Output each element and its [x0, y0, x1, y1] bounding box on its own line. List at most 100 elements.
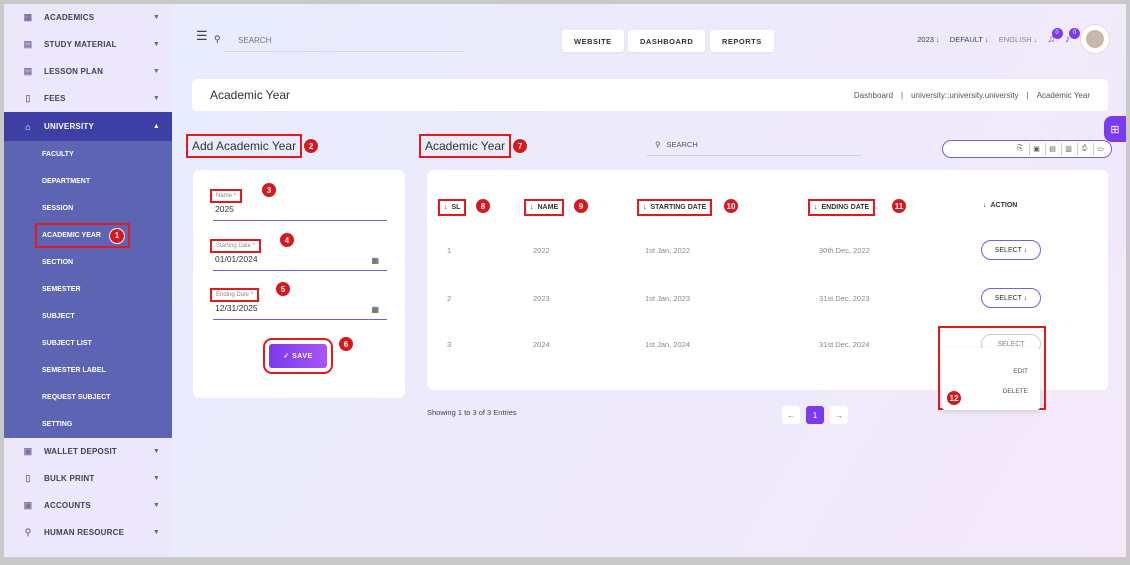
website-button[interactable]: WEBSITE — [562, 30, 624, 52]
caret-down-icon: ▼ — [152, 14, 160, 21]
add-academic-year-form: Name * 3 2025 Starting Date * 4 01/01/20… — [193, 170, 405, 398]
select-action-button[interactable]: SELECT ↓ — [981, 288, 1041, 308]
calendar-icon: ▤ — [23, 66, 33, 76]
page-1-button[interactable]: 1 — [806, 406, 824, 424]
hamburger-menu-icon[interactable]: ☰ — [196, 28, 208, 44]
caret-down-icon: ▼ — [152, 95, 160, 102]
sidebar-subitem-semester-label[interactable]: SEMESTER LABEL — [4, 357, 172, 384]
caret-up-icon: ▲ — [152, 123, 160, 130]
sidebar-item-fees[interactable]: ▯ FEES ▼ — [4, 85, 172, 112]
caret-down-icon: ▼ — [152, 41, 160, 48]
pagination: ← 1 → — [782, 406, 848, 424]
select-action-button[interactable]: SELECT ↓ — [981, 240, 1041, 260]
csv-icon[interactable]: ▤ — [1045, 143, 1059, 155]
cart-fab-icon[interactable]: ⊞ — [1104, 116, 1126, 142]
people-icon: ⚲ — [24, 527, 32, 537]
caret-down-icon: ▼ — [152, 475, 160, 482]
sidebar-item-accounts[interactable]: ▣ ACCOUNTS ▼ — [4, 492, 172, 519]
prev-page-button[interactable]: ← — [782, 406, 800, 424]
name-label: Name * — [209, 189, 243, 203]
school-select[interactable]: DEFAULT ↓ — [950, 35, 989, 44]
copy-icon[interactable]: ⎘ — [1013, 143, 1027, 155]
ending-date-input[interactable]: 12/31/2025 — [213, 301, 387, 313]
columns-icon[interactable]: ▭ — [1093, 143, 1107, 155]
column-header-starting-date[interactable]: ↓ STARTING DATE — [636, 199, 713, 216]
book-icon: ▤ — [23, 39, 33, 49]
sidebar-subitem-request-subject[interactable]: REQUEST SUBJECT — [4, 384, 172, 411]
language-select[interactable]: ENGLISH ↓ — [999, 35, 1038, 44]
notification-bell-icon[interactable]: ♫ 0 — [1048, 27, 1063, 45]
sidebar-subitem-subject[interactable]: SUBJECT — [4, 303, 172, 330]
sidebar-subitem-faculty[interactable]: FACULTY — [4, 141, 172, 168]
step-marker-6: 6 — [338, 336, 354, 352]
sidebar-subitem-department[interactable]: DEPARTMENT — [4, 168, 172, 195]
sidebar-subitem-subject-list[interactable]: SUBJECT LIST — [4, 330, 172, 357]
app-frame: ▦ ACADEMICS ▼ ▤ STUDY MATERIAL ▼ ▤ LESSON PLA… — [4, 4, 1126, 557]
calendar-icon[interactable]: ▦ — [371, 305, 379, 314]
excel-icon[interactable]: ▣ — [1029, 143, 1043, 155]
sidebar-subitem-semester[interactable]: SEMESTER — [4, 276, 172, 303]
avatar-image — [1086, 30, 1104, 48]
sidebar-subitem-academic-year[interactable]: ACADEMIC YEAR 1 — [34, 222, 131, 249]
step-marker-3: 3 — [261, 182, 277, 198]
name-field: Name * 3 2025 — [209, 182, 387, 221]
university-submenu: FACULTY DEPARTMENT SESSION ACADEMIC YEAR… — [4, 141, 172, 438]
sidebar-subitem-setting[interactable]: SETTING — [4, 411, 172, 438]
export-toolbar: ⎘ ▣ ▤ ▥ ⎙ ▭ — [942, 140, 1112, 158]
sidebar-item-human-resource[interactable]: ⚲ HUMAN RESOURCE ▼ — [4, 519, 172, 546]
entries-info: Showing 1 to 3 of 3 Entries — [427, 408, 517, 417]
column-header-ending-date[interactable]: ↓ ENDING DATE — [807, 199, 876, 216]
step-marker-8: 8 — [475, 198, 491, 214]
edit-menu-item[interactable]: EDIT — [1013, 368, 1028, 375]
column-header-action: ↓ ACTION — [983, 202, 1018, 209]
sidebar-item-academics[interactable]: ▦ ACADEMICS ▼ — [4, 4, 172, 31]
column-header-sl[interactable]: ↓ SL — [437, 199, 467, 216]
step-marker-1: 1 — [109, 227, 125, 244]
starting-date-input[interactable]: 01/01/2024 — [213, 252, 387, 264]
name-input[interactable]: 2025 — [213, 202, 387, 214]
step-marker-9: 9 — [573, 198, 589, 214]
step-marker-11: 11 — [891, 198, 907, 214]
sidebar-item-bulk-print[interactable]: ▯ BULK PRINT ▼ — [4, 465, 172, 492]
alert-bell-icon[interactable]: ♪ 0 — [1065, 27, 1080, 45]
breadcrumb-current: Academic Year — [1036, 90, 1090, 100]
delete-menu-item[interactable]: DELETE — [1003, 388, 1028, 395]
search-icon: ⚲ — [214, 34, 221, 44]
page-title-bar: Academic Year Dashboard | university::uni… — [192, 79, 1108, 111]
receipt-icon: ▯ — [25, 93, 31, 103]
caret-down-icon: ▼ — [152, 448, 160, 455]
sidebar-item-study-material[interactable]: ▤ STUDY MATERIAL ▼ — [4, 31, 172, 58]
sidebar-item-wallet-deposit[interactable]: ▣ WALLET DEPOSIT ▼ — [4, 438, 172, 465]
breadcrumb-dashboard[interactable]: Dashboard — [854, 91, 893, 100]
starting-date-label: Starting Date * — [209, 239, 262, 253]
academic-year-list-heading: Academic Year 7 — [418, 134, 529, 158]
global-search-input[interactable] — [224, 30, 464, 52]
add-academic-year-heading: Add Academic Year 2 — [185, 134, 320, 158]
next-page-button[interactable]: → — [830, 406, 848, 424]
sidebar-item-lesson-plan[interactable]: ▤ LESSON PLAN ▼ — [4, 58, 172, 85]
alert-badge: 0 — [1069, 27, 1080, 39]
caret-down-icon: ▼ — [152, 502, 160, 509]
column-header-name[interactable]: ↓ NAME — [523, 199, 565, 216]
year-select[interactable]: 2023 ↓ — [917, 35, 940, 44]
sidebar-subitem-session[interactable]: SESSION — [4, 195, 172, 222]
calendar-icon[interactable]: ▦ — [371, 256, 379, 265]
reports-button[interactable]: REPORTS — [710, 30, 774, 52]
save-button[interactable]: ✓ SAVE — [263, 338, 333, 374]
main-content: ☰ ⚲ WEBSITE DASHBOARD REPORTS 2023 ↓ DEF… — [172, 4, 1126, 557]
breadcrumb-university[interactable]: university::university.university — [911, 91, 1018, 100]
university-icon: ⌂ — [25, 121, 31, 132]
action-dropdown-menu: EDIT DELETE 12 — [942, 348, 1040, 410]
step-marker-12: 12 — [946, 390, 962, 406]
dashboard-button[interactable]: DASHBOARD — [628, 30, 706, 52]
sidebar: ▦ ACADEMICS ▼ ▤ STUDY MATERIAL ▼ ▤ LESSON PLA… — [4, 4, 172, 557]
print-icon[interactable]: ⎙ — [1077, 143, 1091, 155]
caret-down-icon: ▼ — [152, 529, 160, 536]
sidebar-subitem-section[interactable]: SECTION — [4, 249, 172, 276]
list-search-input[interactable]: ⚲ SEARCH — [647, 134, 861, 156]
sidebar-item-university[interactable]: ⌂ UNIVERSITY ▲ — [4, 112, 172, 141]
breadcrumb: Dashboard | university::university.univer… — [853, 90, 1090, 100]
caret-down-icon: ▼ — [152, 68, 160, 75]
user-avatar[interactable] — [1080, 24, 1110, 54]
pdf-icon[interactable]: ▥ — [1061, 143, 1075, 155]
